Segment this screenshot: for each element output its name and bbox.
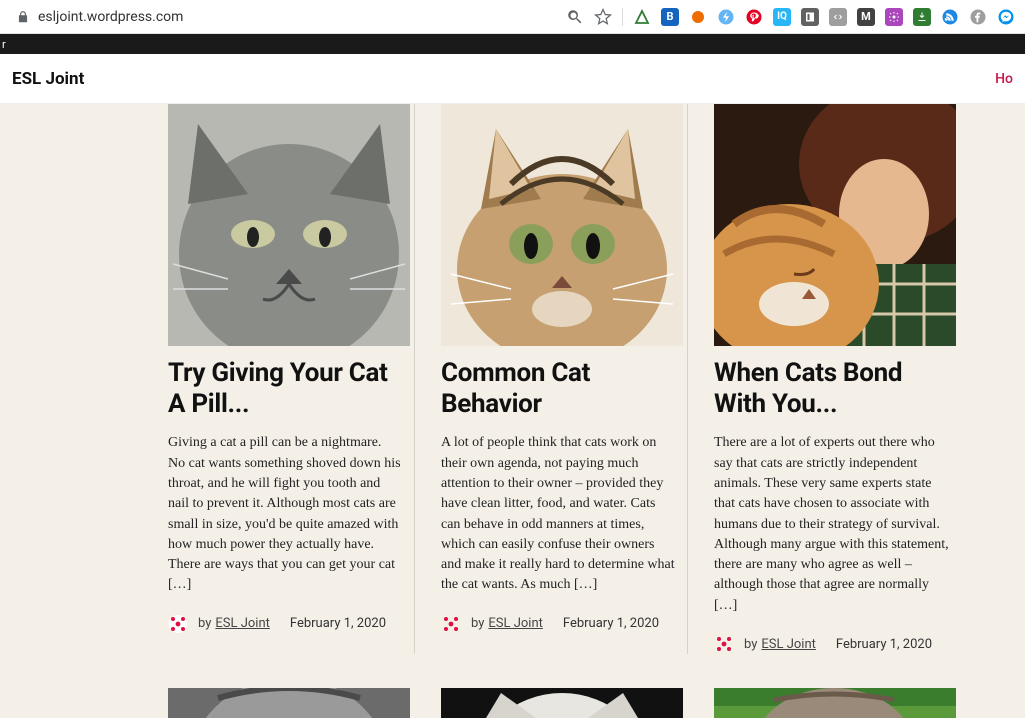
byline: by ESL Joint [744,637,816,652]
by-label: by [744,637,757,652]
post-date[interactable]: February 1, 2020 [836,637,932,652]
byline: by ESL Joint [198,616,270,631]
search-icon[interactable] [566,8,584,26]
ext-triangle-icon[interactable] [633,8,651,26]
star-icon[interactable] [594,8,612,26]
site-header: ESL Joint Ho [0,54,1025,104]
byline: by ESL Joint [471,616,543,631]
ext-iq-icon[interactable]: IQ [773,8,791,26]
posts-grid: Try Giving Your Cat A Pill... Giving a c… [0,104,1025,654]
dark-strip-text: r [2,38,6,51]
post-thumbnail-partial[interactable] [714,688,956,718]
url-text: esljoint.wordpress.com [38,9,183,25]
author-link[interactable]: ESL Joint [761,637,816,652]
post-date[interactable]: February 1, 2020 [563,616,659,631]
by-label: by [198,616,211,631]
ext-bolt-icon[interactable] [717,8,735,26]
post-title[interactable]: Common Cat Behavior [441,358,675,419]
post-card: Common Cat Behavior A lot of people thin… [441,104,688,654]
author-avatar[interactable] [441,614,461,634]
post-thumbnail-partial[interactable] [168,688,410,718]
url-box[interactable]: esljoint.wordpress.com [16,9,183,25]
lock-icon [16,10,30,24]
ext-grey-icon[interactable] [801,8,819,26]
author-avatar[interactable] [714,634,734,654]
nav-home[interactable]: Ho [995,71,1013,87]
dark-strip: r [0,34,1025,54]
browser-extension-icons: B IQ М [566,8,1015,26]
ext-gear-icon[interactable] [885,8,903,26]
post-thumbnail-partial[interactable] [441,688,683,718]
next-row [0,688,1025,718]
author-link[interactable]: ESL Joint [488,616,543,631]
ext-code-icon[interactable] [829,8,847,26]
post-meta: by ESL Joint February 1, 2020 [714,634,949,654]
ext-orange-icon[interactable] [689,8,707,26]
browser-address-bar: esljoint.wordpress.com B IQ М [0,0,1025,34]
post-thumbnail[interactable] [168,104,410,346]
post-title[interactable]: Try Giving Your Cat A Pill... [168,358,402,419]
post-meta: by ESL Joint February 1, 2020 [168,614,402,634]
author-avatar[interactable] [168,614,188,634]
content-area: Try Giving Your Cat A Pill... Giving a c… [0,104,1025,718]
post-card: When Cats Bond With You... There are a l… [714,104,961,654]
facebook-icon[interactable] [969,8,987,26]
post-card: Try Giving Your Cat A Pill... Giving a c… [168,104,415,654]
ext-rss-icon[interactable] [941,8,959,26]
post-excerpt: There are a lot of experts out there who… [714,433,949,616]
author-link[interactable]: ESL Joint [215,616,270,631]
post-excerpt: A lot of people think that cats work on … [441,433,675,595]
post-meta: by ESL Joint February 1, 2020 [441,614,675,634]
post-date[interactable]: February 1, 2020 [290,616,386,631]
by-label: by [471,616,484,631]
ext-m-icon[interactable]: М [857,8,875,26]
divider [622,8,623,26]
post-thumbnail[interactable] [441,104,683,346]
ext-download-icon[interactable] [913,8,931,26]
post-thumbnail[interactable] [714,104,956,346]
site-title[interactable]: ESL Joint [12,69,84,89]
messenger-icon[interactable] [997,8,1015,26]
post-title[interactable]: When Cats Bond With You... [714,358,949,419]
pinterest-icon[interactable] [745,8,763,26]
post-excerpt: Giving a cat a pill can be a nightmare. … [168,433,402,595]
ext-b-icon[interactable]: B [661,8,679,26]
